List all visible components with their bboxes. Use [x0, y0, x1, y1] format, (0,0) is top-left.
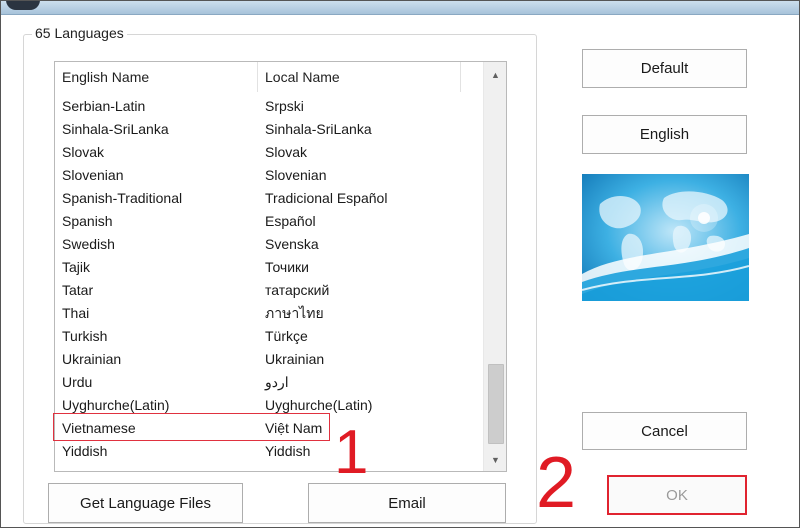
- list-header: English Name Local Name: [55, 62, 483, 92]
- list-item[interactable]: Ukrainian Ukrainian: [55, 348, 483, 371]
- english-name-cell: Yiddish: [62, 443, 108, 459]
- local-name-cell: Sinhala-SriLanka: [265, 121, 372, 137]
- english-name-cell: Urdu: [62, 374, 93, 390]
- english-name-cell: Turkish: [62, 328, 108, 344]
- list-item[interactable]: Urdu اردو: [55, 371, 483, 394]
- local-name-cell: ภาษาไทย: [265, 305, 324, 321]
- english-name-cell: Thai: [62, 305, 90, 321]
- english-name-cell: Slovenian: [62, 167, 124, 183]
- list-item[interactable]: Swedish Svenska: [55, 233, 483, 256]
- column-header-english-name[interactable]: English Name: [55, 62, 258, 92]
- list-item[interactable]: Tatar татарский: [55, 279, 483, 302]
- english-name-cell: Ukrainian: [62, 351, 122, 367]
- list-item[interactable]: Yiddish Yiddish: [55, 440, 483, 463]
- list-item[interactable]: Tajik Точики: [55, 256, 483, 279]
- local-name-cell: Srpski: [265, 98, 304, 114]
- triangle-up-icon[interactable]: ▲: [486, 65, 505, 84]
- english-button[interactable]: English: [582, 115, 747, 154]
- english-name-cell: Spanish: [62, 213, 113, 229]
- local-name-cell: Tradicional Español: [265, 190, 388, 206]
- local-name-cell: Svenska: [265, 236, 319, 252]
- cancel-button[interactable]: Cancel: [582, 412, 747, 450]
- list-item[interactable]: Thai ภาษาไทย: [55, 302, 483, 325]
- scrollbar-thumb[interactable]: [488, 364, 504, 444]
- list-item[interactable]: Spanish-Traditional Tradicional Español: [55, 187, 483, 210]
- list-item[interactable]: Sinhala-SriLanka Sinhala-SriLanka: [55, 118, 483, 141]
- step-1-annotation: 1: [334, 418, 369, 487]
- english-name-cell: Spanish-Traditional: [62, 190, 183, 206]
- local-name-cell: Точики: [265, 259, 309, 275]
- english-name-cell: Sinhala-SriLanka: [62, 121, 169, 137]
- world-map-banner-image: [582, 174, 749, 301]
- list-item[interactable]: Spanish Español: [55, 210, 483, 233]
- english-name-cell: Serbian-Latin: [62, 98, 146, 114]
- english-name-cell: Tajik: [62, 259, 91, 275]
- column-header-local-name[interactable]: Local Name: [258, 62, 461, 92]
- local-name-cell: Ukrainian: [265, 351, 325, 367]
- list-item[interactable]: Turkish Türkçe: [55, 325, 483, 348]
- column-header-filler: [461, 62, 483, 92]
- local-name-cell: Türkçe: [265, 328, 308, 344]
- english-name-cell: Tatar: [62, 282, 94, 298]
- ok-button[interactable]: OK: [607, 475, 747, 515]
- list-rows: Serbian-Latin Srpski Sinhala-SriLanka Sinha…: [55, 95, 483, 463]
- vietnamese-row-highlight: [53, 413, 330, 441]
- get-language-files-button[interactable]: Get Language Files: [48, 483, 243, 523]
- languages-list[interactable]: English Name Local Name Serbian-Latin Srp…: [54, 61, 507, 472]
- list-item[interactable]: Serbian-Latin Srpski: [55, 95, 483, 118]
- default-button[interactable]: Default: [582, 49, 747, 88]
- local-name-cell: татарский: [265, 282, 330, 298]
- list-item[interactable]: Slovak Slovak: [55, 141, 483, 164]
- english-name-cell: Slovak: [62, 144, 105, 160]
- step-2-annotation: 2: [536, 443, 577, 523]
- list-item[interactable]: Slovenian Slovenian: [55, 164, 483, 187]
- triangle-down-icon[interactable]: ▼: [486, 450, 505, 469]
- local-name-cell: Español: [265, 213, 316, 229]
- vertical-scrollbar[interactable]: ▲ ▼: [483, 62, 506, 471]
- english-name-cell: Swedish: [62, 236, 115, 252]
- local-name-cell: اردو: [265, 374, 289, 390]
- local-name-cell: Slovak: [265, 144, 308, 160]
- local-name-cell: Slovenian: [265, 167, 327, 183]
- languages-group-label: 65 Languages: [32, 25, 127, 41]
- email-button[interactable]: Email: [308, 483, 506, 523]
- local-name-cell: Yiddish: [265, 443, 311, 459]
